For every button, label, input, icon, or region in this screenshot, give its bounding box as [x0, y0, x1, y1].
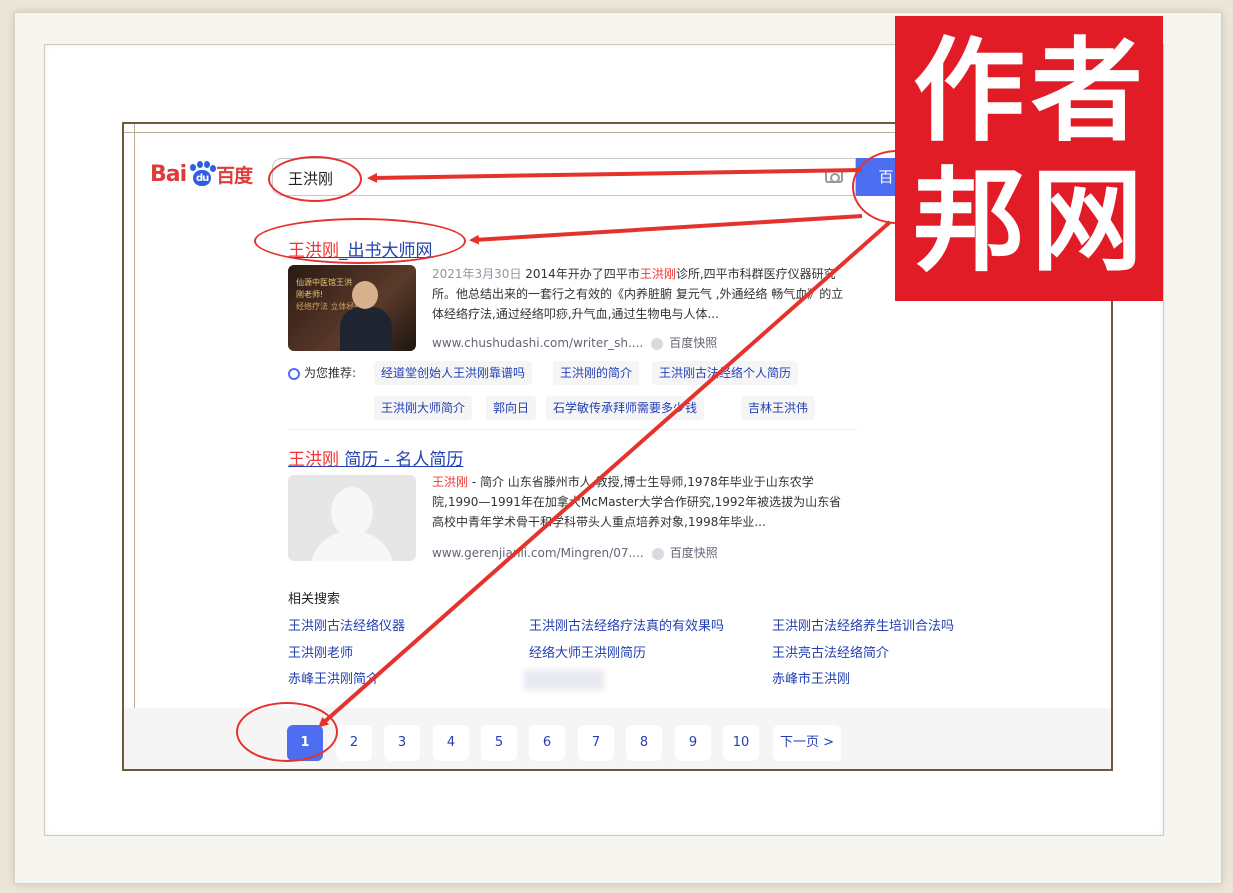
arrow-to-title: [469, 214, 863, 245]
arrow-to-page-one: [318, 220, 892, 728]
stamp-char: 作: [913, 27, 1025, 157]
stamp-char: 网: [1031, 157, 1143, 287]
stamp-char: 邦: [913, 157, 1025, 287]
watermark-stamp: 作 者 邦 网: [895, 16, 1163, 301]
stamp-char: 者: [1031, 27, 1143, 157]
arrow-to-query: [367, 168, 863, 183]
